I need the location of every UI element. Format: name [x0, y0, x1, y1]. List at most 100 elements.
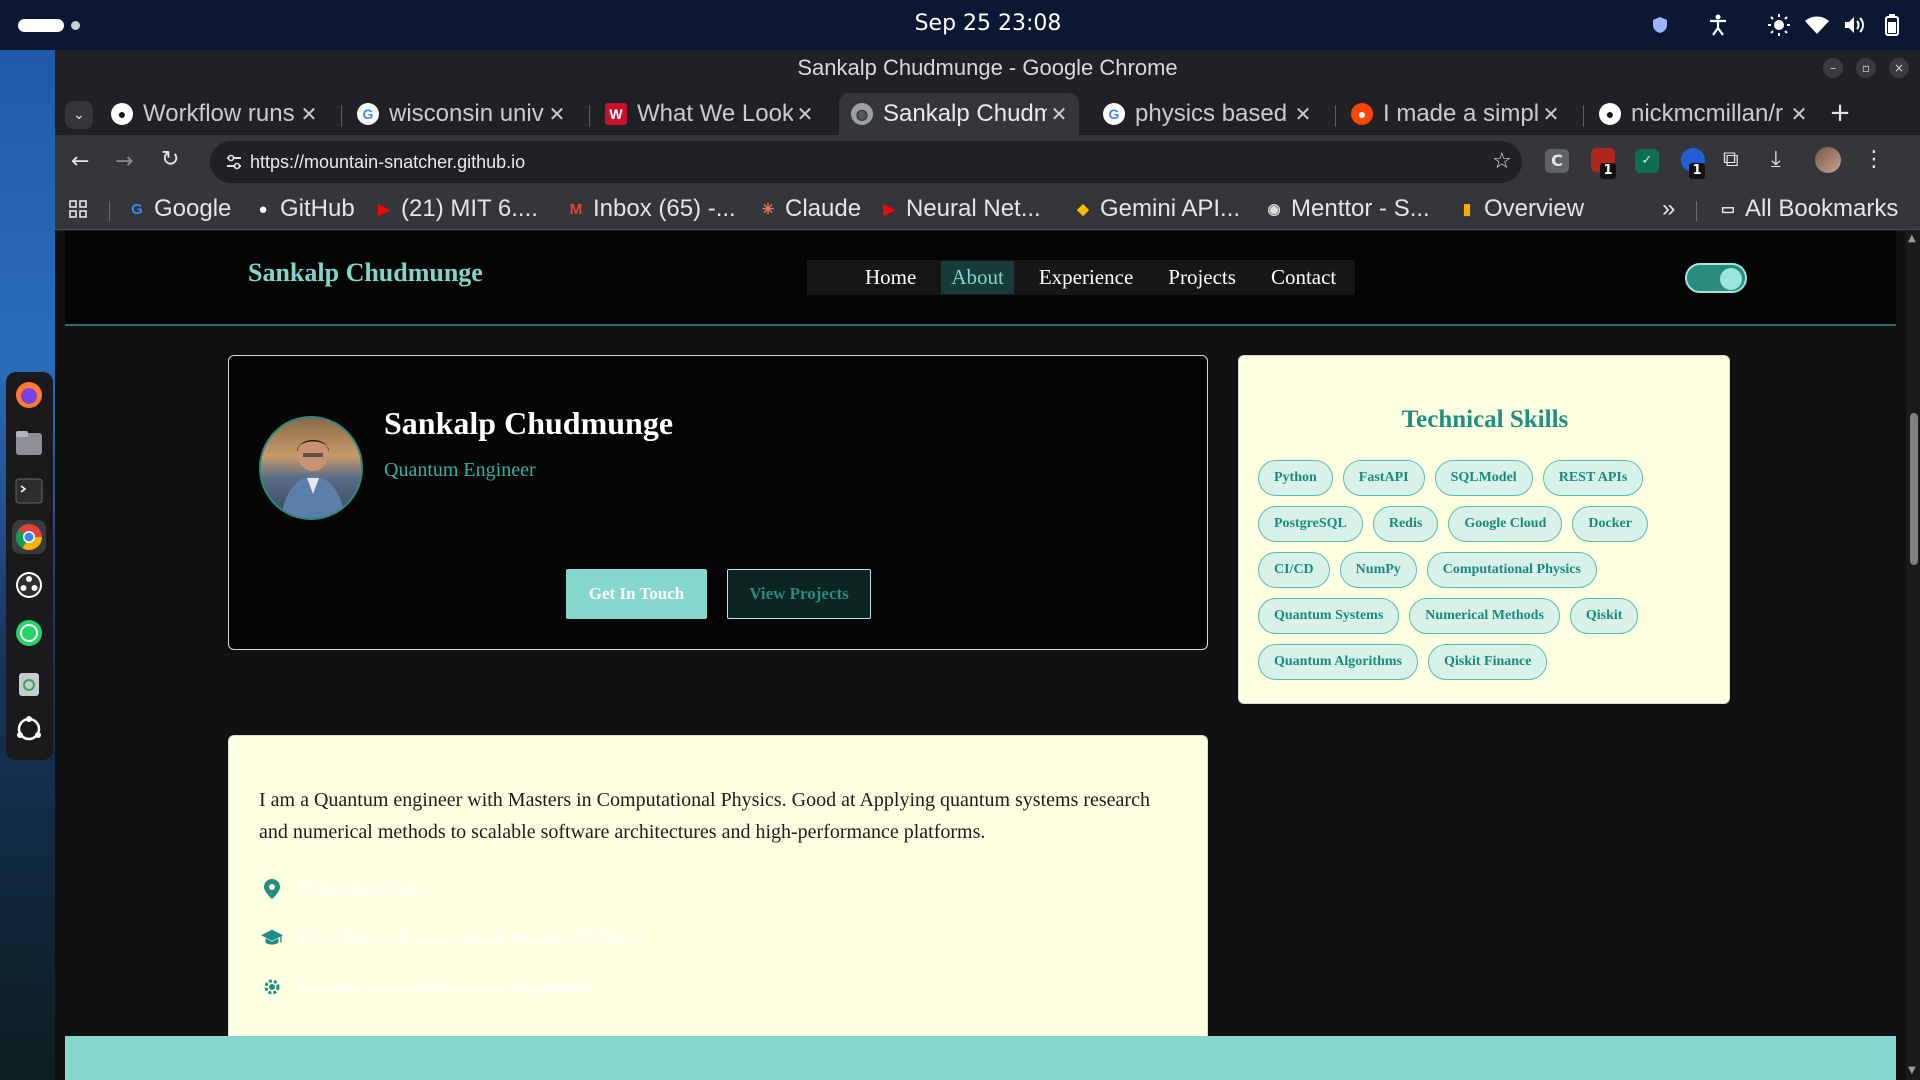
skill-chip: Redis [1372, 506, 1439, 542]
skill-chip: CI/CD [1258, 552, 1330, 588]
skill-chip: Qiskit Finance [1427, 644, 1548, 680]
close-window-button[interactable]: × [1889, 58, 1909, 78]
brightness-icon[interactable] [1767, 13, 1791, 37]
bookmark-inbox[interactable]: M Inbox (65) -... [566, 195, 736, 223]
bookmark-google[interactable]: G Google [127, 195, 231, 223]
minimize-button[interactable]: – [1823, 58, 1843, 78]
window-title: Sankalp Chudmunge - Google Chrome [797, 55, 1178, 80]
wifi-icon[interactable] [1805, 13, 1829, 37]
close-tab-icon[interactable]: ✕ [1047, 102, 1071, 127]
profile-avatar-icon[interactable] [1815, 147, 1841, 173]
close-tab-icon[interactable]: ✕ [297, 102, 321, 127]
firefox-icon[interactable] [12, 378, 46, 412]
extension-check-icon[interactable]: ✓ [1635, 149, 1659, 173]
info-location: Maharashtra, India [261, 878, 425, 900]
close-tab-icon[interactable]: ✕ [1787, 102, 1811, 127]
maximize-button[interactable]: ▫ [1856, 58, 1876, 78]
toggle-knob [1720, 268, 1742, 290]
chrome-icon[interactable] [12, 520, 46, 554]
tab-title: physics based [1135, 100, 1288, 127]
skills-list: Python FastAPI SQLModel REST APIs Postgr… [1258, 460, 1698, 690]
bookmark-overview[interactable]: ▮ Overview [1457, 195, 1584, 223]
site-info-icon[interactable] [224, 152, 244, 172]
new-tab-button[interactable]: + [1825, 99, 1855, 129]
nav-projects[interactable]: Projects [1158, 261, 1246, 294]
view-projects-button[interactable]: View Projects [727, 569, 871, 619]
google-icon: G [1103, 103, 1125, 125]
bookmark-github[interactable]: ● GitHub [253, 195, 354, 223]
close-tab-icon[interactable]: ✕ [1291, 102, 1315, 127]
close-tab-icon[interactable]: ✕ [1539, 102, 1563, 127]
show-apps-icon[interactable] [12, 712, 46, 746]
bookmarks-overflow-button[interactable]: » [1662, 195, 1675, 223]
skill-chip: PostgreSQL [1258, 506, 1363, 542]
system-top-bar: Sep 25 23:08 [0, 0, 1920, 50]
close-tab-icon[interactable]: ✕ [793, 102, 817, 127]
tab-wisconsin[interactable]: G wisconsin univ ✕ [345, 93, 577, 135]
tab-search-button[interactable]: ⌄ [65, 101, 93, 129]
github-icon: ● [258, 200, 268, 218]
extension-badge: 1 [1689, 163, 1705, 179]
title-bar[interactable]: Sankalp Chudmunge - Google Chrome – ▫ × [55, 50, 1920, 87]
tab-workflow-runs[interactable]: ● Workflow runs ✕ [99, 93, 329, 135]
scroll-down-arrow[interactable]: ▼ [1908, 1065, 1916, 1076]
reload-button[interactable]: ↻ [161, 147, 179, 172]
scroll-thumb[interactable] [1910, 413, 1918, 565]
skill-chip: Qiskit [1569, 598, 1639, 634]
toolbar: ← → ↻ ☆ https://mountain-snatcher.github… [55, 135, 1920, 187]
nav-about[interactable]: About [941, 261, 1014, 294]
tab-sankalp[interactable]: ◍ Sankalp Chudm ✕ [839, 93, 1079, 135]
nav-home[interactable]: Home [855, 261, 926, 294]
skill-chip: NumPy [1339, 552, 1417, 588]
trash-icon[interactable] [12, 666, 46, 700]
nav-contact[interactable]: Contact [1261, 261, 1346, 294]
bookmark-menttor[interactable]: ◉ Menttor - S... [1264, 195, 1429, 223]
clock[interactable]: Sep 25 23:08 [0, 11, 1920, 36]
terminal-icon[interactable] [12, 474, 46, 508]
about-text: I am a Quantum engineer with Masters in … [259, 789, 1150, 843]
graduation-cap-icon [261, 927, 283, 949]
bookmark-claude[interactable]: ✳ Claude [758, 195, 861, 223]
info-education-text: M.Sc. Physics (Computational Physics), I… [297, 928, 643, 947]
skills-title: Technical Skills [1401, 406, 1569, 433]
skill-chip: Computational Physics [1426, 552, 1597, 588]
whatsapp-icon[interactable] [12, 616, 46, 650]
tab-what-we-look[interactable]: W What We Look ✕ [593, 93, 825, 135]
url-text[interactable]: https://mountain-snatcher.github.io [250, 152, 525, 173]
youtube-icon: ▶ [378, 201, 390, 218]
claude-icon: ✳ [761, 201, 775, 218]
nav-experience[interactable]: Experience [1029, 261, 1143, 294]
page-scrollbar[interactable]: ▲ ▼ [1906, 231, 1920, 1080]
tab-physics-based[interactable]: G physics based ✕ [1091, 93, 1323, 135]
chrome-menu-icon[interactable]: ⋮ [1863, 147, 1885, 172]
close-tab-icon[interactable]: ✕ [545, 102, 569, 127]
google-icon: G [131, 200, 143, 218]
files-icon[interactable] [12, 426, 46, 460]
theme-toggle[interactable] [1685, 263, 1747, 293]
forward-button[interactable]: → [115, 149, 133, 174]
site-header: Sankalp Chudmunge Home About Experience … [65, 231, 1896, 326]
bookmark-mit[interactable]: ▶ (21) MIT 6.... [374, 195, 538, 223]
site-nav-links: Home About Experience Projects Contact [807, 260, 1355, 295]
download-icon[interactable]: ⤓ [1771, 147, 1781, 172]
tab-nickmcmillan[interactable]: ● nickmcmillan/r ✕ [1587, 93, 1819, 135]
tab-title: I made a simpl [1383, 100, 1539, 127]
volume-icon[interactable] [1843, 13, 1867, 37]
shield-icon[interactable] [1648, 13, 1672, 37]
bookmark-gemini[interactable]: ◆ Gemini API... [1073, 195, 1240, 223]
scroll-up-arrow[interactable]: ▲ [1908, 233, 1916, 244]
get-in-touch-button[interactable]: Get In Touch [566, 569, 707, 619]
all-bookmarks-button[interactable]: ▭ All Bookmarks [1718, 195, 1898, 223]
apps-grid-icon[interactable] [69, 195, 87, 223]
obs-icon[interactable] [12, 568, 46, 602]
bookmark-neural-net[interactable]: ▶ Neural Net... [879, 195, 1041, 223]
extension-c-icon[interactable]: C [1545, 149, 1569, 173]
bookmark-star-icon[interactable]: ☆ [1492, 149, 1512, 174]
next-section-band [65, 1036, 1896, 1080]
accessibility-icon[interactable] [1706, 13, 1730, 37]
site-brand[interactable]: Sankalp Chudmunge [248, 258, 483, 288]
battery-icon[interactable] [1880, 13, 1904, 37]
back-button[interactable]: ← [71, 149, 89, 174]
tab-reddit[interactable]: ● I made a simpl ✕ [1339, 93, 1571, 135]
extensions-puzzle-icon[interactable]: ⧉ [1723, 147, 1739, 172]
